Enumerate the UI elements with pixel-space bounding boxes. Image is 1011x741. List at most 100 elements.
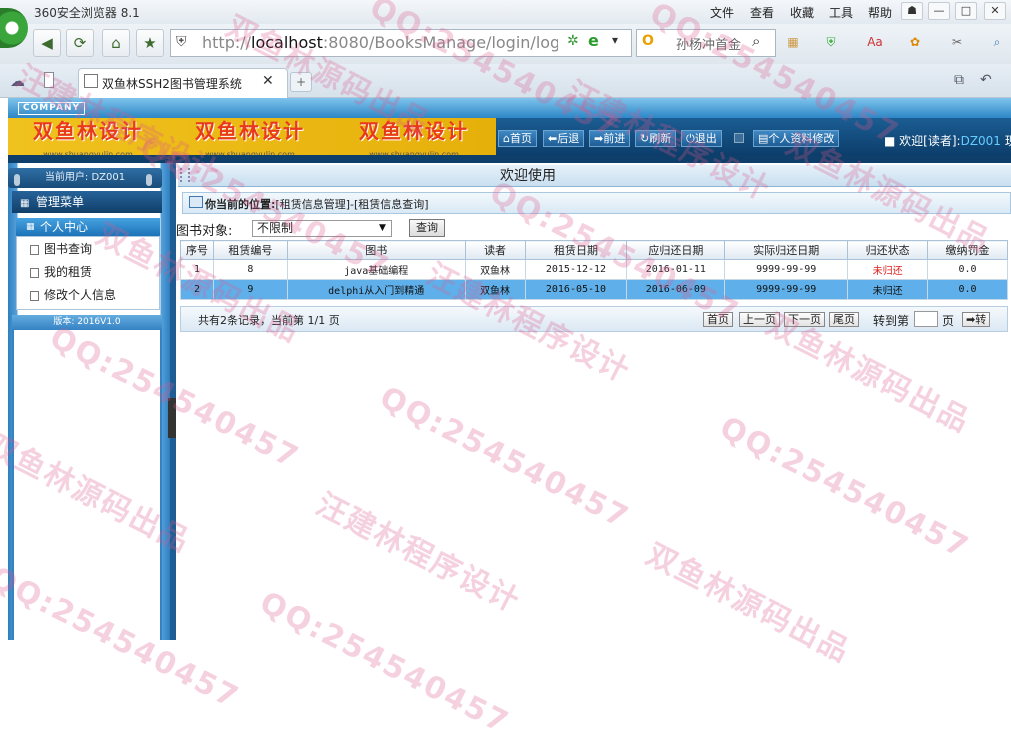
shield-icon: ⛨: [176, 34, 187, 50]
menu-tools[interactable]: 工具: [829, 4, 853, 21]
menu-help[interactable]: 帮助: [868, 4, 892, 21]
book-filter-select[interactable]: 不限制: [252, 220, 392, 237]
breadcrumb: 你当前的位置:[租赁信息管理]-[租赁信息查询]: [205, 198, 429, 211]
nav-home-button[interactable]: ⌂首页: [498, 130, 537, 147]
home-icon[interactable]: ⌂: [102, 29, 130, 57]
jump-button[interactable]: ➡转: [962, 312, 991, 327]
banner-logo: 双鱼林设计www.shuangyulin.com: [195, 119, 305, 159]
maximize-icon[interactable]: □: [955, 2, 977, 20]
table-row[interactable]: 1 8 java基础编程 双鱼林 2015-12-12 2016-01-11 9…: [180, 259, 1008, 280]
watermark: 双鱼林源码出品: [640, 537, 856, 671]
bookmark-star-icon[interactable]: ★: [136, 29, 164, 57]
cell-return-date: 9999-99-99: [724, 279, 849, 300]
minimize-icon[interactable]: —: [928, 2, 950, 20]
column-header[interactable]: 图书: [286, 240, 466, 260]
cell-fine: 0.0: [927, 259, 1008, 280]
prev-page-button[interactable]: 上一页: [739, 312, 780, 327]
search-icon[interactable]: ⌕: [752, 32, 760, 50]
cell-book: java基础编程: [286, 259, 466, 280]
rental-table: 序号 租赁编号 图书 读者 租赁日期 应归还日期 实际归还日期 归还状态 缴纳罚…: [180, 240, 1008, 300]
watermark: QQ:254540457: [254, 585, 515, 741]
welcome-text: ■ 欢迎[读者]:DZ001 现在: [884, 134, 1011, 148]
browser-titlebar: [0, 0, 1011, 24]
column-header[interactable]: 租赁编号: [212, 240, 288, 260]
last-page-button[interactable]: 尾页: [829, 312, 859, 327]
sidebar-item-book-search[interactable]: 图书查询: [20, 239, 92, 259]
sidebar-item-edit-profile[interactable]: 修改个人信息: [20, 285, 116, 305]
sidebar-toggle-handle[interactable]: [168, 398, 176, 438]
cell-reader: 双鱼林: [464, 259, 526, 280]
compat-mode-icon[interactable]: ✲: [567, 33, 579, 49]
close-window-icon[interactable]: ✕: [984, 2, 1006, 20]
column-header[interactable]: 序号: [180, 240, 214, 260]
header-strip: [8, 98, 1011, 118]
company-logo: COMPANY: [18, 102, 85, 115]
screenshot-icon[interactable]: ✂: [948, 33, 966, 51]
tab-title[interactable]: 双鱼林SSH2图书管理系统: [102, 75, 242, 92]
location-icon: [189, 196, 203, 208]
find-icon[interactable]: ⌕: [988, 33, 1006, 51]
cell-fine: 0.0: [927, 279, 1008, 300]
nav-forward-button[interactable]: ➡前进: [589, 130, 631, 147]
table-row[interactable]: 2 9 delphi从入门到精通 双鱼林 2016-05-10 2016-06-…: [180, 279, 1008, 300]
new-tab-icon[interactable]: +: [290, 72, 312, 92]
address-text[interactable]: http://localhost:8080/BooksManage/login/…: [202, 33, 558, 52]
watermark: QQ:254540457: [714, 410, 975, 566]
security-guard-icon[interactable]: ⛨: [822, 33, 840, 51]
restore-tab-icon[interactable]: ⧉: [954, 72, 964, 88]
cell-due-date: 2016-01-11: [626, 259, 726, 280]
clip-icon: [14, 174, 20, 186]
nav-profile-edit-button[interactable]: ▤个人资料修改: [753, 130, 840, 147]
cell-index: 2: [180, 279, 214, 300]
extension-icon[interactable]: ✿: [906, 33, 924, 51]
column-header[interactable]: 缴纳罚金: [927, 240, 1008, 260]
cell-return-status: 未归还: [847, 259, 929, 280]
column-header[interactable]: 实际归还日期: [724, 240, 849, 260]
nav-refresh-button[interactable]: ↻刷新: [635, 130, 677, 147]
jump-label: 转到第: [873, 314, 910, 328]
back-icon[interactable]: ◀: [33, 29, 61, 57]
search-engine-icon[interactable]: O: [642, 33, 654, 49]
sidebar-body: [12, 330, 162, 640]
tab-favicon-icon: [84, 74, 98, 88]
menu-grid-icon: ▦: [20, 198, 30, 209]
menu-favorites[interactable]: 收藏: [790, 4, 814, 21]
page-icon[interactable]: [44, 72, 54, 88]
undo-close-icon[interactable]: ↶: [980, 72, 992, 88]
translate-icon[interactable]: Aa: [866, 33, 884, 51]
skin-icon[interactable]: ☗: [901, 2, 923, 20]
cloud-icon[interactable]: ☁: [10, 72, 25, 90]
cell-due-date: 2016-06-09: [626, 279, 726, 300]
cell-index: 1: [180, 259, 214, 280]
jump-page-suffix: 页: [942, 314, 955, 328]
menu-file[interactable]: 文件: [710, 4, 734, 21]
jump-page-input[interactable]: [914, 311, 938, 327]
cell-rent-date: 2015-12-12: [524, 259, 628, 280]
column-header[interactable]: 应归还日期: [626, 240, 726, 260]
search-input[interactable]: 孙杨冲首金: [676, 34, 741, 53]
cell-return-status: 未归还: [847, 279, 929, 300]
nav-back-button[interactable]: ⬅后退: [543, 130, 585, 147]
refresh-icon[interactable]: ⟳: [66, 29, 94, 57]
next-page-button[interactable]: 下一页: [784, 312, 825, 327]
apps-grid-icon[interactable]: ▦: [784, 33, 802, 51]
browser-app-title: 360安全浏览器 8.1: [34, 6, 140, 20]
tab-close-icon[interactable]: ✕: [262, 73, 274, 89]
watermark: 汪建林程序设计: [310, 487, 526, 621]
chevron-down-icon[interactable]: ▼: [379, 223, 386, 233]
column-header[interactable]: 租赁日期: [524, 240, 628, 260]
header-sub-strip: [8, 155, 1011, 163]
table-header-row: 序号 租赁编号 图书 读者 租赁日期 应归还日期 实际归还日期 归还状态 缴纳罚…: [180, 240, 1008, 260]
ie-mode-icon[interactable]: e: [588, 31, 599, 50]
column-header[interactable]: 归还状态: [847, 240, 929, 260]
nav-logout-button[interactable]: ⏻退出: [681, 130, 722, 147]
menu-view[interactable]: 查看: [750, 4, 774, 21]
sidebar-item-my-rentals[interactable]: 我的租赁: [20, 262, 92, 282]
menu-title[interactable]: 管理菜单: [12, 191, 162, 213]
query-button[interactable]: 查询: [409, 219, 445, 237]
cell-rental-id: 8: [212, 259, 288, 280]
column-header[interactable]: 读者: [464, 240, 526, 260]
sidebar-item-personal-center[interactable]: 个人中心: [16, 218, 160, 236]
address-dropdown-icon[interactable]: ▾: [612, 33, 618, 47]
first-page-button[interactable]: 首页: [703, 312, 733, 327]
